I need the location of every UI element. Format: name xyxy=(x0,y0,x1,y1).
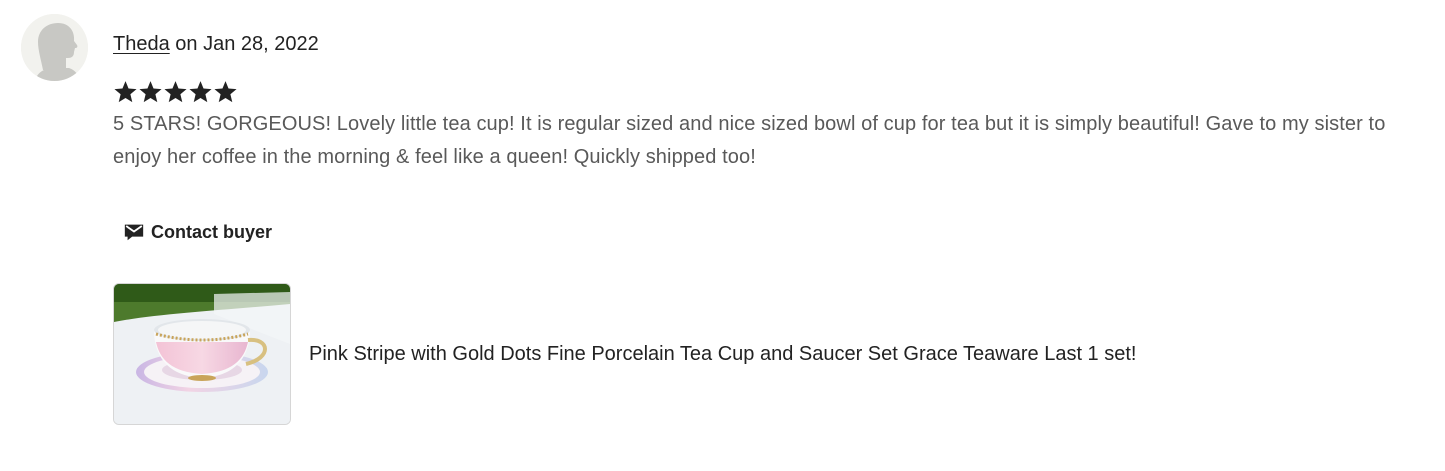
review-body: 5 STARS! GORGEOUS! Lovely little tea cup… xyxy=(113,113,1386,168)
contact-buyer-label: Contact buyer xyxy=(151,221,273,242)
product-image xyxy=(114,284,290,424)
star-icon xyxy=(139,81,162,103)
contact-buyer-button[interactable]: Contact buyer xyxy=(113,212,282,252)
author-link[interactable]: Theda xyxy=(113,33,170,55)
star-icon xyxy=(164,81,187,103)
review-meta: Theda on Jan 28, 2022 xyxy=(113,31,319,57)
review-date: on Jan 28, 2022 xyxy=(169,33,319,55)
product-link[interactable]: Pink Stripe with Gold Dots Fine Porcelai… xyxy=(113,283,1136,425)
star-rating xyxy=(113,79,238,107)
product-title[interactable]: Pink Stripe with Gold Dots Fine Porcelai… xyxy=(309,341,1136,367)
star-icon xyxy=(214,81,237,103)
default-avatar-icon xyxy=(21,14,88,81)
product-thumbnail[interactable] xyxy=(113,283,291,425)
star-icon xyxy=(114,81,137,103)
mail-icon xyxy=(124,224,144,241)
star-icon xyxy=(189,81,212,103)
review-card: Theda on Jan 28, 2022 5 STARS! GORGEOUS!… xyxy=(0,0,1445,471)
avatar[interactable] xyxy=(21,14,88,81)
